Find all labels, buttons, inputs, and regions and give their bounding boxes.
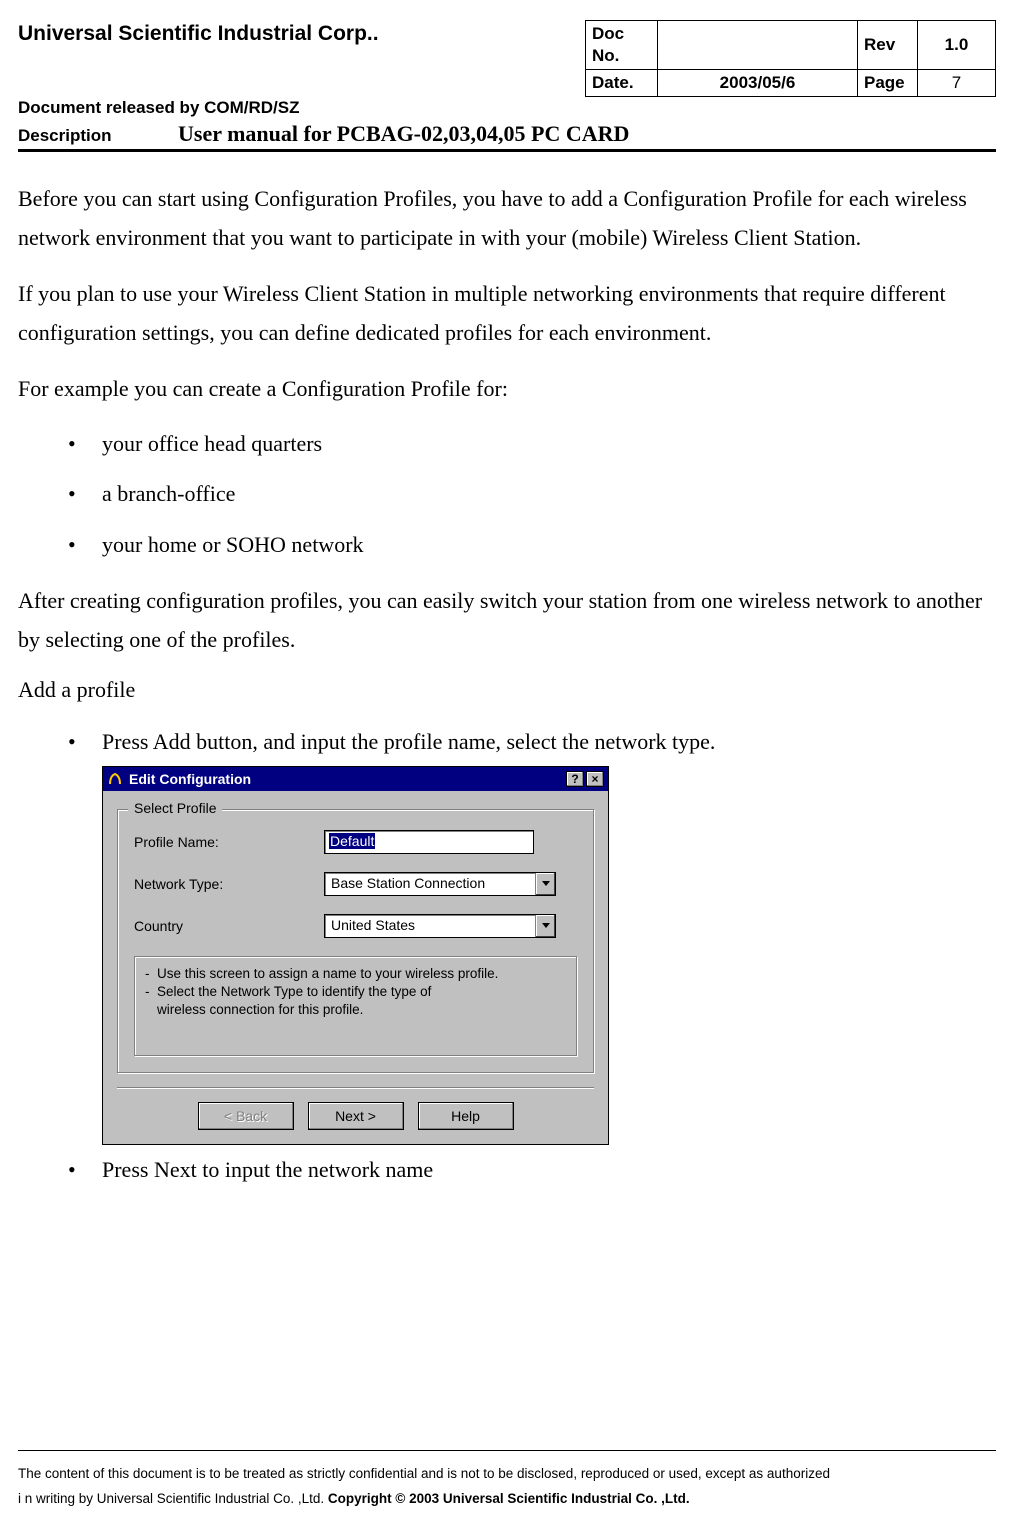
header-row-2: Document released by COM/RD/SZ [18, 95, 996, 120]
chevron-down-icon[interactable] [535, 915, 555, 937]
description-label: Description [18, 126, 178, 146]
back-button[interactable]: < Back [198, 1102, 294, 1130]
paragraph-3: For example you can create a Configurati… [18, 370, 996, 409]
step-bullet-list: Press Add button, and input the profile … [18, 723, 996, 762]
close-button[interactable]: × [586, 771, 604, 787]
dialog-screenshot: Edit Configuration ? × Select Profile Pr… [102, 766, 996, 1145]
footer-line-2b: Copyright © 2003 Universal Scientific In… [328, 1491, 690, 1506]
example-bullet-list: your office head quarters a branch-offic… [18, 425, 996, 565]
network-type-value: Base Station Connection [325, 873, 535, 895]
country-value: United States [325, 915, 535, 937]
help-button[interactable]: ? [566, 771, 584, 787]
page-label: Page [858, 70, 918, 97]
header-row-1: Universal Scientific Industrial Corp.. D… [18, 20, 996, 97]
dialog-help-button[interactable]: Help [418, 1102, 514, 1130]
country-combo[interactable]: United States [324, 914, 556, 938]
info-line-2a: Select the Network Type to identify the … [157, 983, 431, 1001]
list-item: Press Next to input the network name [68, 1151, 996, 1190]
footer-line-1: The content of this document is to be tr… [18, 1461, 996, 1487]
network-type-row: Network Type: Base Station Connection [134, 872, 577, 896]
next-button[interactable]: Next > [308, 1102, 404, 1130]
list-item: your office head quarters [68, 425, 996, 464]
description-title: User manual for PCBAG-02,03,04,05 PC CAR… [178, 121, 629, 147]
list-item: a branch-office [68, 475, 996, 514]
rev-label: Rev [858, 21, 918, 70]
profile-name-value: Default [329, 833, 375, 849]
network-type-label: Network Type: [134, 876, 324, 892]
country-label: Country [134, 918, 324, 934]
chevron-down-icon[interactable] [535, 873, 555, 895]
profile-name-row: Profile Name: Default [134, 830, 577, 854]
doc-header-table: Doc No. Rev 1.0 Date. 2003/05/6 Page 7 [585, 20, 996, 97]
select-profile-group: Select Profile Profile Name: Default Net… [117, 809, 594, 1073]
date-label: Date. [586, 70, 658, 97]
list-item: your home or SOHO network [68, 526, 996, 565]
info-box: -Use this screen to assign a name to you… [134, 956, 577, 1056]
company-name: Universal Scientific Industrial Corp.. [18, 20, 585, 97]
paragraph-2: If you plan to use your Wireless Client … [18, 275, 996, 352]
doc-no-label: Doc No. [586, 21, 658, 70]
section-heading: Add a profile [18, 673, 996, 707]
step-bullet-list-2: Press Next to input the network name [18, 1151, 996, 1190]
released-by: Document released by COM/RD/SZ [18, 95, 996, 120]
paragraph-1: Before you can start using Configuration… [18, 180, 996, 257]
profile-name-input[interactable]: Default [324, 830, 534, 854]
info-line-2b: wireless connection for this profile. [157, 1001, 363, 1019]
footer-line-2a: i n writing by Universal Scientific Indu… [18, 1491, 328, 1506]
edit-configuration-dialog: Edit Configuration ? × Select Profile Pr… [102, 766, 609, 1145]
app-icon [107, 771, 123, 787]
page-value: 7 [918, 70, 996, 97]
group-legend: Select Profile [128, 800, 222, 816]
dialog-titlebar: Edit Configuration ? × [103, 767, 608, 791]
network-type-combo[interactable]: Base Station Connection [324, 872, 556, 896]
country-row: Country United States [134, 914, 577, 938]
description-row: Description User manual for PCBAG-02,03,… [18, 121, 996, 152]
paragraph-4: After creating configuration profiles, y… [18, 582, 996, 659]
date-value: 2003/05/6 [658, 70, 858, 97]
dialog-body: Select Profile Profile Name: Default Net… [103, 791, 608, 1144]
profile-name-label: Profile Name: [134, 834, 324, 850]
info-line-1: Use this screen to assign a name to your… [157, 965, 498, 983]
list-item: Press Add button, and input the profile … [68, 723, 996, 762]
button-row: < Back Next > Help [117, 1087, 594, 1130]
footer: The content of this document is to be tr… [18, 1450, 996, 1512]
rev-value: 1.0 [918, 21, 996, 70]
doc-no-value [658, 21, 858, 70]
dialog-title: Edit Configuration [129, 771, 564, 787]
